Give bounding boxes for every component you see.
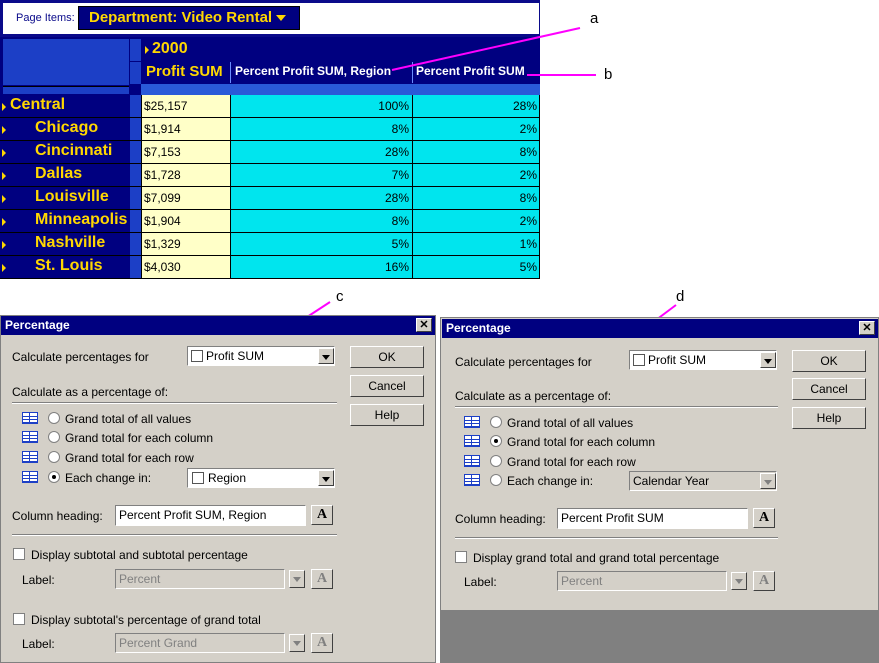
grand-label-dropdown [289,634,305,652]
close-button[interactable]: ✕ [859,321,875,335]
grand-total-all-icon [464,416,480,428]
callout-label-c: c [336,288,344,305]
calc-for-select[interactable]: Profit SUM [629,350,777,370]
subtotal-label-dropdown [289,570,305,588]
display-grand-label: Display grand total and grand total perc… [473,551,720,565]
change-in-select[interactable]: Region [187,468,335,488]
grand-label-input: Percent [557,571,727,591]
display-subtotal-checkbox[interactable] [13,548,25,560]
option-label: Grand total for each row [65,451,194,465]
calc-for-select[interactable]: Profit SUM [187,346,335,366]
option-label: Each change in: [507,474,594,488]
help-button[interactable]: Help [350,404,424,426]
column-heading-label: Column heading: [12,509,103,523]
calc-for-label: Calculate percentages for [12,350,149,364]
change-in-dropdown-button [760,473,776,489]
percentage-dialog-region: Percentage ✕ Calculate percentages for P… [0,315,436,663]
callout-line-a [391,27,581,71]
callout-label-b: b [604,66,613,83]
change-in-select: Calendar Year [629,471,777,491]
radio-grand-total-all[interactable] [48,412,60,424]
calc-as-label: Calculate as a percentage of: [455,389,612,403]
radio-grand-total-row[interactable] [490,455,502,467]
change-in-value: Region [208,471,247,485]
cancel-button[interactable]: Cancel [792,378,866,400]
grand-total-column-icon [464,435,480,447]
radio-each-change[interactable] [490,474,502,486]
separator [455,537,778,539]
calc-for-value: Profit SUM [206,349,265,363]
callout-label-d: d [676,288,685,305]
radio-each-change[interactable] [48,471,60,483]
dialog-titlebar: Percentage [1,316,435,335]
font-button-disabled: A [311,569,333,589]
option-label: Grand total for each row [507,455,636,469]
dialog-titlebar: Percentage [442,319,878,338]
calc-for-label: Calculate percentages for [455,355,592,369]
label-label: Label: [22,573,55,587]
change-in-dropdown-button[interactable] [318,470,334,486]
dimension-icon [192,472,204,484]
percentage-dialog-column: Percentage ✕ Calculate percentages for P… [440,317,879,611]
calc-for-dropdown-button[interactable] [760,352,776,368]
font-button-disabled: A [311,633,333,653]
grand-total-row-icon [464,455,480,467]
option-label: Grand total of all values [65,412,192,426]
cancel-button[interactable]: Cancel [350,375,424,397]
column-heading-label: Column heading: [455,512,546,526]
separator [455,406,778,408]
radio-grand-total-all[interactable] [490,416,502,428]
font-button[interactable]: A [311,505,333,525]
grand-total-all-icon [22,412,38,424]
each-change-icon [464,474,480,486]
grand-total-column-icon [22,431,38,443]
measure-icon [633,354,645,366]
callout-label-a: a [590,10,599,27]
option-label: Grand total of all values [507,416,634,430]
radio-grand-total-column[interactable] [490,435,502,447]
grand-label-dropdown [731,572,747,590]
radio-grand-total-row[interactable] [48,451,60,463]
option-label: Grand total for each column [507,435,656,449]
font-button[interactable]: A [753,508,775,528]
display-grand-checkbox[interactable] [13,613,25,625]
label-label: Label: [464,575,497,589]
change-in-value: Calendar Year [633,474,710,488]
calc-for-dropdown-button[interactable] [318,348,334,364]
column-heading-input[interactable]: Percent Profit SUM, Region [115,505,306,526]
option-label: Each change in: [65,471,152,485]
each-change-icon [22,471,38,483]
measure-icon [191,350,203,362]
ok-button[interactable]: OK [350,346,424,368]
label-label: Label: [22,637,55,651]
option-label: Grand total for each column [65,431,214,445]
calc-for-value: Profit SUM [648,353,707,367]
separator [12,402,337,404]
display-grand-label: Display subtotal's percentage of grand t… [31,613,261,627]
help-button[interactable]: Help [792,407,866,429]
column-heading-input[interactable]: Percent Profit SUM [557,508,748,529]
background-area [440,610,879,663]
subtotal-label-input: Percent [115,569,285,589]
calc-as-label: Calculate as a percentage of: [12,385,169,399]
grand-total-row-icon [22,451,38,463]
display-subtotal-label: Display subtotal and subtotal percentage [31,548,248,562]
grand-label-input: Percent Grand [115,633,285,653]
close-button[interactable]: ✕ [416,318,432,332]
display-grand-checkbox[interactable] [455,551,467,563]
font-button-disabled: A [753,571,775,591]
separator [12,534,337,536]
radio-grand-total-column[interactable] [48,431,60,443]
ok-button[interactable]: OK [792,350,866,372]
